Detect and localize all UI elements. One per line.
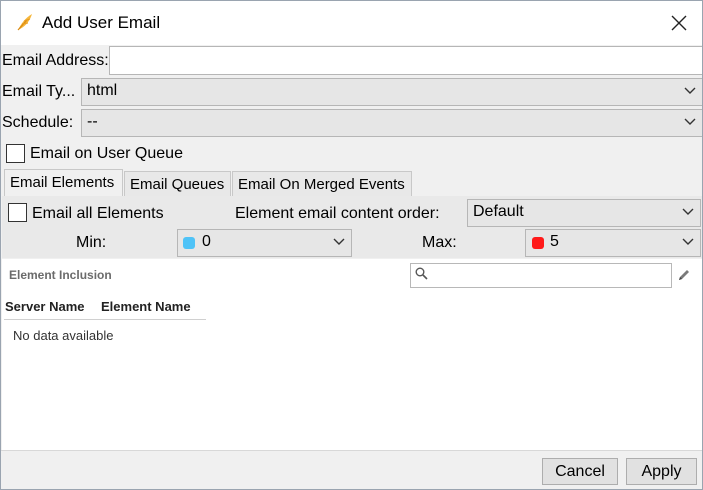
pencil-icon[interactable]	[677, 268, 691, 282]
email-type-select[interactable]: html	[81, 78, 702, 106]
tab-email-elements[interactable]: Email Elements	[4, 169, 123, 196]
email-address-label: Email Address:	[2, 52, 109, 69]
email-on-user-queue-checkbox[interactable]	[6, 144, 25, 163]
column-header-server-name[interactable]: Server Name	[5, 299, 85, 314]
table-header-divider	[4, 319, 206, 320]
chevron-down-icon	[684, 118, 696, 125]
element-search-input[interactable]	[410, 263, 672, 288]
email-all-elements-label: Email all Elements	[32, 205, 164, 222]
email-type-value: html	[87, 82, 118, 99]
empty-table-message: No data available	[13, 328, 114, 343]
min-value: 0	[202, 233, 211, 250]
email-on-user-queue-label: Email on User Queue	[30, 145, 183, 162]
cancel-button[interactable]: Cancel	[542, 458, 618, 485]
column-header-element-name[interactable]: Element Name	[101, 299, 191, 314]
close-icon	[671, 15, 687, 31]
email-address-input[interactable]	[109, 46, 702, 75]
content-order-value: Default	[473, 203, 524, 220]
feather-icon	[17, 14, 32, 31]
chevron-down-icon	[684, 87, 696, 94]
title-bar: Add User Email	[1, 1, 702, 45]
add-user-email-dialog: Add User Email Email Address: Email Ty..…	[0, 0, 703, 490]
max-value: 5	[550, 233, 559, 250]
min-select[interactable]: 0	[177, 229, 352, 257]
schedule-value: --	[87, 113, 98, 130]
window-title: Add User Email	[42, 13, 161, 32]
element-inclusion-title: Element Inclusion	[9, 268, 112, 282]
chevron-down-icon	[682, 208, 694, 215]
min-label: Min:	[76, 234, 107, 251]
max-select[interactable]: 5	[525, 229, 701, 257]
schedule-label: Schedule:	[2, 114, 74, 131]
email-all-elements-checkbox[interactable]	[8, 203, 27, 222]
max-color-swatch	[532, 237, 544, 249]
close-button[interactable]	[656, 1, 702, 45]
tab-email-on-merged-events[interactable]: Email On Merged Events	[232, 171, 412, 196]
search-icon	[415, 267, 428, 280]
content-order-select[interactable]: Default	[467, 199, 701, 227]
dialog-footer: Cancel Apply	[1, 450, 702, 489]
content-order-label: Element email content order:	[235, 205, 440, 222]
email-type-label: Email Ty...	[2, 83, 76, 100]
apply-button[interactable]: Apply	[626, 458, 697, 485]
min-color-swatch	[183, 237, 195, 249]
chevron-down-icon	[333, 238, 345, 245]
schedule-select[interactable]: --	[81, 109, 702, 137]
chevron-down-icon	[682, 238, 694, 245]
max-label: Max:	[422, 234, 457, 251]
tab-email-queues[interactable]: Email Queues	[124, 171, 231, 196]
